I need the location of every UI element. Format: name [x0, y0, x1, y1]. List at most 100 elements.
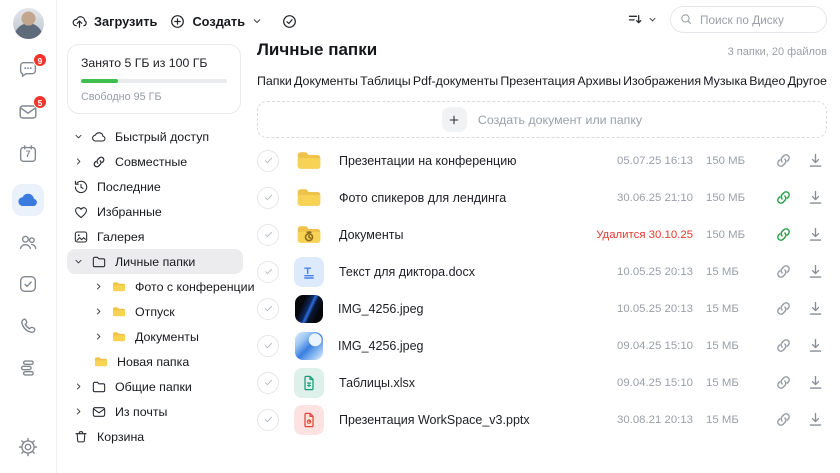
file-name[interactable]: Таблицы.xlsx [339, 376, 593, 390]
chevron-down-icon[interactable] [73, 256, 84, 267]
download-icon[interactable] [806, 410, 825, 429]
share-link-icon[interactable] [774, 151, 793, 170]
share-link-icon[interactable] [774, 188, 793, 207]
tab-images[interactable]: Изображения [623, 74, 701, 88]
sidebar-item-label: Корзина [97, 430, 144, 444]
tab-presentations[interactable]: Презентация [500, 74, 575, 88]
share-link-icon[interactable] [774, 410, 793, 429]
sidebar-item-label: Документы [135, 330, 199, 344]
file-date: 30.06.25 21:10 [593, 192, 693, 204]
sort-button[interactable] [627, 11, 658, 28]
rail-item-contacts[interactable] [16, 230, 40, 254]
download-icon[interactable] [806, 299, 825, 318]
folder-tree: Быстрый доступ Совместные Последние Избр… [67, 124, 243, 449]
sidebar-item-trash[interactable]: Корзина [67, 424, 243, 449]
download-icon[interactable] [806, 188, 825, 207]
folder-icon [294, 183, 324, 213]
chevron-right-icon[interactable] [73, 381, 84, 392]
file-name[interactable]: Презентации на конференцию [339, 154, 593, 168]
download-icon[interactable] [806, 373, 825, 392]
file-size: 15 МБ [706, 414, 753, 426]
rail-item-mail[interactable]: 5 [16, 100, 40, 124]
storage-progress-bar [81, 79, 227, 83]
file-date: 10.05.25 20:13 [593, 303, 693, 315]
file-row[interactable]: IMG_4256.jpeg 10.05.25 20:13 15 МБ [257, 290, 827, 327]
create-document-bar[interactable]: Создать документ или папку [257, 101, 827, 138]
sidebar-item-vacation[interactable]: Отпуск [87, 299, 243, 324]
file-name[interactable]: Документы [339, 228, 593, 242]
row-select-checkbox[interactable] [257, 187, 279, 209]
chevron-right-icon[interactable] [93, 281, 104, 292]
upload-button[interactable]: Загрузить [67, 11, 161, 32]
sidebar-item-new-folder[interactable]: Новая папка [87, 349, 243, 374]
sidebar-item-common-folders[interactable]: Общие папки [67, 374, 243, 399]
file-name[interactable]: IMG_4256.jpeg [338, 339, 593, 353]
share-link-icon[interactable] [774, 299, 793, 318]
rail-item-settings[interactable] [16, 435, 40, 459]
rail-item-feed[interactable] [16, 356, 40, 380]
sidebar-item-documents[interactable]: Документы [87, 324, 243, 349]
sidebar-item-gallery[interactable]: Галерея [67, 224, 243, 249]
file-row[interactable]: Текст для диктора.docx 10.05.25 20:13 15… [257, 253, 827, 290]
share-link-icon[interactable] [774, 262, 793, 281]
download-icon[interactable] [806, 336, 825, 355]
sidebar-item-favorites[interactable]: Избранные [67, 199, 243, 224]
download-icon[interactable] [806, 151, 825, 170]
sidebar-item-quick-access[interactable]: Быстрый доступ [67, 124, 243, 149]
file-name[interactable]: IMG_4256.jpeg [338, 302, 593, 316]
user-avatar[interactable] [13, 8, 44, 39]
tab-video[interactable]: Видео [749, 74, 785, 88]
rail-item-disk[interactable] [12, 184, 44, 216]
sidebar-item-personal-folders[interactable]: Личные папки [67, 249, 243, 274]
file-row[interactable]: Презентация WorkSpace_v3.pptx 30.08.21 2… [257, 401, 827, 438]
gallery-icon [73, 229, 89, 245]
file-name[interactable]: Текст для диктора.docx [339, 265, 593, 279]
row-select-checkbox[interactable] [257, 150, 279, 172]
tab-music[interactable]: Музыка [703, 74, 747, 88]
share-link-icon[interactable] [774, 225, 793, 244]
row-select-checkbox[interactable] [257, 298, 279, 320]
tab-documents[interactable]: Документы [294, 74, 358, 88]
sidebar-item-from-mail[interactable]: Из почты [67, 399, 243, 424]
file-row[interactable]: Документы Удалится 30.10.25 150 МБ [257, 216, 827, 253]
tab-other[interactable]: Другое [788, 74, 827, 88]
chevron-down-icon[interactable] [73, 131, 84, 142]
rail-item-calendar[interactable]: 7 [16, 142, 40, 166]
rail-item-calls[interactable] [16, 314, 40, 338]
chevron-right-icon[interactable] [93, 306, 104, 317]
rail-item-tasks[interactable] [16, 272, 40, 296]
row-select-checkbox[interactable] [257, 224, 279, 246]
layers-icon [17, 357, 39, 379]
calendar-day-number: 7 [16, 149, 40, 159]
file-row[interactable]: Презентации на конференцию 05.07.25 16:1… [257, 142, 827, 179]
chevron-right-icon[interactable] [73, 406, 84, 417]
download-icon[interactable] [806, 225, 825, 244]
row-select-checkbox[interactable] [257, 335, 279, 357]
search-icon [679, 12, 693, 26]
rail-item-messenger[interactable]: 9 [16, 58, 40, 82]
chevron-right-icon[interactable] [73, 156, 84, 167]
file-row[interactable]: Фото спикеров для лендинга 30.06.25 21:1… [257, 179, 827, 216]
share-link-icon[interactable] [774, 336, 793, 355]
file-row[interactable]: Таблицы.xlsx 09.04.25 15:10 15 МБ [257, 364, 827, 401]
sidebar-item-recent[interactable]: Последние [67, 174, 243, 199]
row-select-checkbox[interactable] [257, 372, 279, 394]
chevron-right-icon[interactable] [93, 331, 104, 342]
search-input[interactable] [670, 6, 827, 33]
sidebar-item-conference-photos[interactable]: Фото с конференции [87, 274, 243, 299]
tab-pdf[interactable]: Pdf-документы [413, 74, 498, 88]
sidebar-item-shared[interactable]: Совместные [67, 149, 243, 174]
file-name[interactable]: Фото спикеров для лендинга [339, 191, 593, 205]
check-icon [263, 266, 274, 277]
tab-archives[interactable]: Архивы [577, 74, 621, 88]
file-name[interactable]: Презентация WorkSpace_v3.pptx [339, 413, 593, 427]
row-select-checkbox[interactable] [257, 409, 279, 431]
main-content: Личные папки 3 папки, 20 файлов Папки До… [249, 0, 840, 473]
share-link-icon[interactable] [774, 373, 793, 392]
tab-folders[interactable]: Папки [257, 74, 292, 88]
download-icon[interactable] [806, 262, 825, 281]
tab-tables[interactable]: Таблицы [360, 74, 411, 88]
row-select-checkbox[interactable] [257, 261, 279, 283]
file-row[interactable]: IMG_4256.jpeg 09.04.25 15:10 15 МБ [257, 327, 827, 364]
task-check-icon [17, 273, 39, 295]
